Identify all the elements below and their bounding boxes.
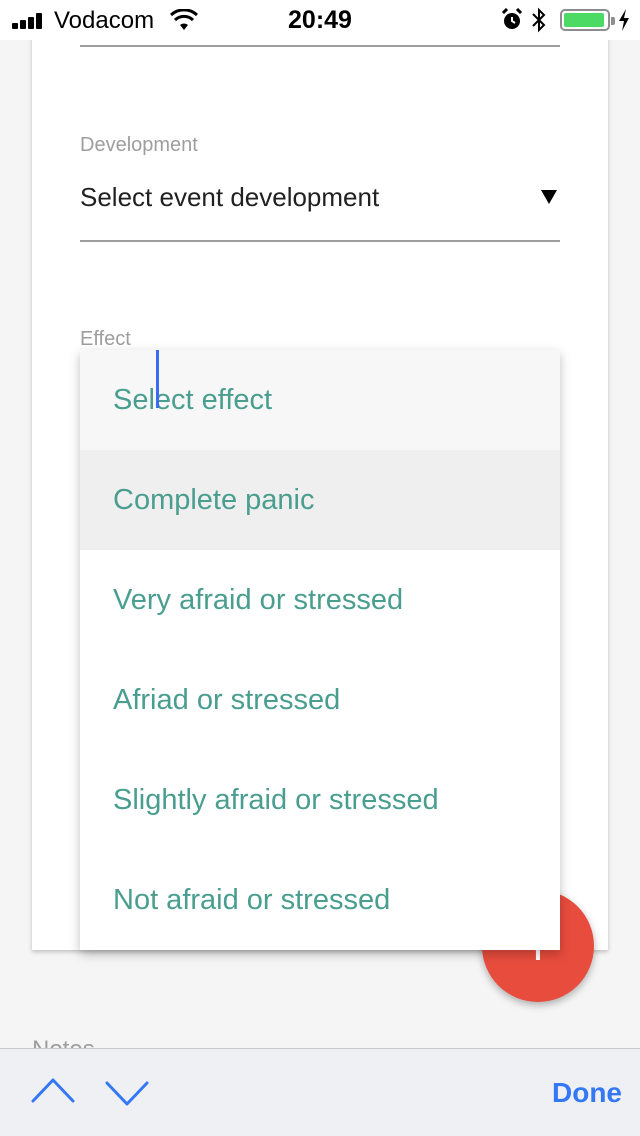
keyboard-accessory-bar: Done — [0, 1048, 640, 1136]
text-cursor — [156, 350, 159, 408]
development-underline — [80, 240, 560, 242]
chevron-up-icon[interactable] — [30, 1075, 76, 1105]
status-bar: Vodacom 20:49 — [0, 0, 640, 40]
alarm-icon — [501, 8, 523, 29]
effect-option[interactable]: Not afraid or stressed — [80, 850, 560, 950]
chevron-down-icon[interactable] — [104, 1079, 150, 1109]
effect-option[interactable]: Very afraid or stressed — [80, 550, 560, 650]
charging-icon — [619, 9, 629, 31]
development-select[interactable]: Select event development — [80, 182, 379, 213]
dropdown-arrow-icon[interactable] — [541, 190, 557, 204]
effect-dropdown-menu: Select effect Complete panic Very afraid… — [80, 350, 560, 950]
battery-icon — [560, 9, 615, 31]
effect-label: Effect — [80, 328, 131, 350]
effect-option[interactable]: Complete panic — [80, 450, 560, 550]
effect-option[interactable]: Afriad or stressed — [80, 650, 560, 750]
development-label: Development — [80, 134, 198, 156]
done-button[interactable]: Done — [552, 1077, 622, 1109]
screen: Vodacom 20:49 Development Select event d… — [0, 0, 640, 1136]
effect-option[interactable]: Slightly afraid or stressed — [80, 750, 560, 850]
effect-option[interactable]: Select effect — [80, 350, 560, 450]
bluetooth-icon — [532, 7, 546, 33]
previous-field-underline — [80, 45, 560, 47]
